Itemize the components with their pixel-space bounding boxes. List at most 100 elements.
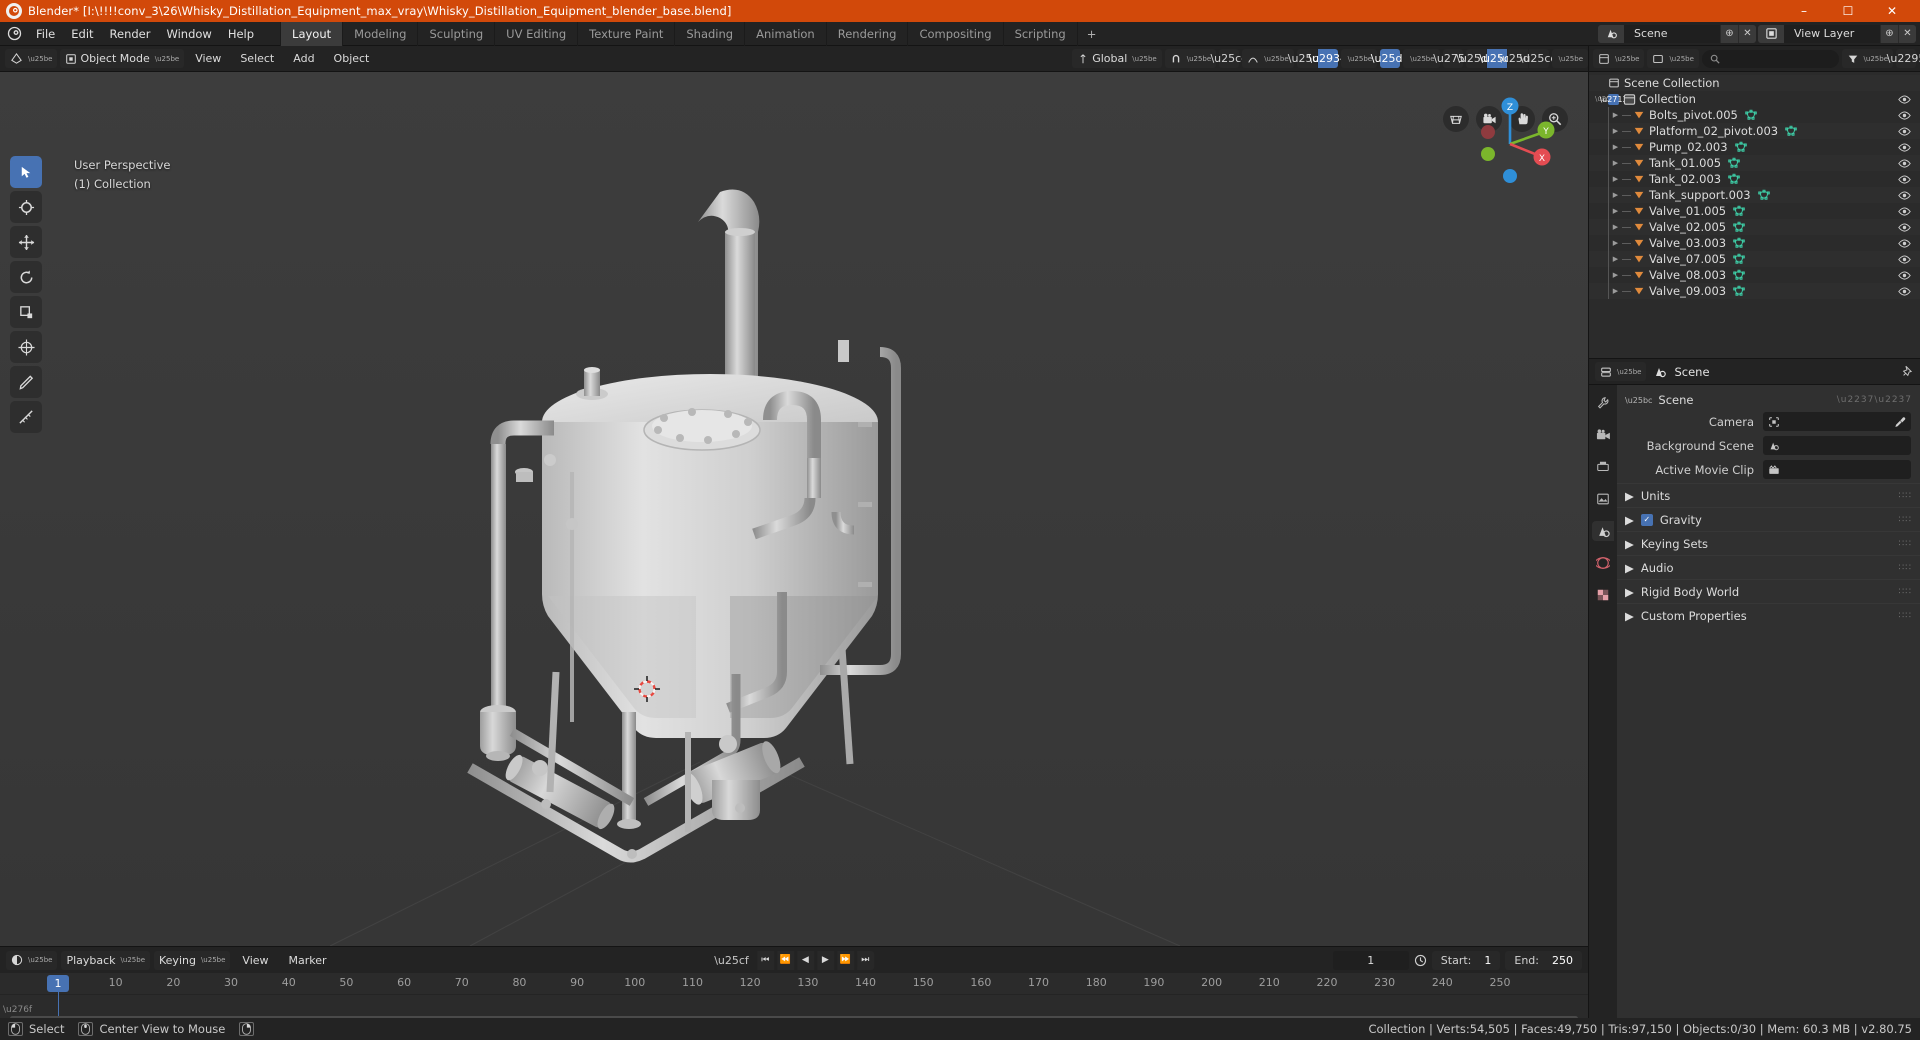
distillation-equipment-model[interactable] xyxy=(440,172,1000,912)
scene-icon[interactable] xyxy=(1598,24,1624,43)
properties-subpanel[interactable]: ▶ Rigid Body World ∷∷ xyxy=(1617,579,1920,603)
subpanel-drag-grip[interactable]: ∷∷ xyxy=(1899,587,1912,597)
object-disclosure-triangle[interactable]: ▶ xyxy=(1609,175,1622,183)
timeline-menu-playback[interactable]: Playback \u25be xyxy=(61,950,150,970)
outliner-row-object[interactable]: ▶ Bolts_pivot.005 xyxy=(1589,107,1920,123)
pin-icon[interactable] xyxy=(1901,365,1914,378)
outliner-filter-icon[interactable]: \u25be xyxy=(1841,49,1893,68)
menu-file[interactable]: File xyxy=(28,24,63,44)
play-reverse-button[interactable]: ◀ xyxy=(796,950,814,970)
eye-icon[interactable] xyxy=(1898,189,1911,202)
outliner-row-object[interactable]: ▶ Pump_02.003 xyxy=(1589,139,1920,155)
record-icon[interactable]: \u25cf xyxy=(714,954,749,967)
object-disclosure-triangle[interactable]: ▶ xyxy=(1609,271,1622,279)
mesh-data-icon[interactable] xyxy=(1745,109,1757,121)
object-disclosure-triangle[interactable]: ▶ xyxy=(1609,223,1622,231)
scene-tab[interactable] xyxy=(1592,521,1614,541)
outliner-row-scene-collection[interactable]: Scene Collection xyxy=(1589,75,1920,91)
timeline-menu-marker[interactable]: Marker xyxy=(281,951,335,970)
timeline-expand-arrow[interactable]: \u276f xyxy=(3,1005,32,1015)
3d-viewport[interactable]: User Perspective (1) Collection Z Y X xyxy=(0,72,1588,946)
outliner-row-object[interactable]: ▶ Tank_support.003 xyxy=(1589,187,1920,203)
menu-window[interactable]: Window xyxy=(158,24,219,44)
frame-range-field[interactable]: Start: 1 xyxy=(1431,950,1501,970)
end-frame-field[interactable]: End: 250 xyxy=(1505,950,1582,970)
properties-subpanel[interactable]: ▶ ✓ Gravity ∷∷ xyxy=(1617,507,1920,531)
view-layer-name-field[interactable]: View Layer xyxy=(1784,24,1880,43)
mesh-data-icon[interactable] xyxy=(1734,141,1747,153)
mesh-data-icon[interactable] xyxy=(1757,189,1770,201)
current-frame-field[interactable]: 1 xyxy=(1332,950,1409,970)
eye-icon[interactable] xyxy=(1898,205,1911,218)
viewport-axis-gizmo[interactable]: Z Y X xyxy=(1448,86,1568,196)
eye-icon-collection[interactable] xyxy=(1898,93,1911,106)
close-button[interactable]: ✕ xyxy=(1870,0,1914,22)
properties-subpanel[interactable]: ▶ Audio ∷∷ xyxy=(1617,555,1920,579)
object-disclosure-triangle[interactable]: ▶ xyxy=(1609,143,1622,151)
add-workspace-button[interactable]: + xyxy=(1076,21,1106,46)
tweak-select-tool[interactable] xyxy=(10,156,42,188)
eye-icon[interactable] xyxy=(1898,141,1911,154)
eye-icon[interactable] xyxy=(1898,173,1911,186)
tab-layout[interactable]: Layout xyxy=(280,21,343,46)
end-frame-value[interactable]: 250 xyxy=(1552,954,1573,967)
tab-scripting[interactable]: Scripting xyxy=(1002,21,1077,46)
background-scene-field[interactable] xyxy=(1763,436,1911,455)
subpanel-drag-grip[interactable]: ∷∷ xyxy=(1899,491,1912,501)
world-tab[interactable] xyxy=(1592,553,1614,573)
unlink-scene-button[interactable]: ✕ xyxy=(1738,24,1756,43)
minimize-button[interactable]: – xyxy=(1782,0,1826,22)
object-disclosure-triangle[interactable]: ▶ xyxy=(1609,111,1622,119)
shading-dropdown[interactable]: \u25be xyxy=(1551,49,1588,68)
tab-sculpting[interactable]: Sculpting xyxy=(417,21,494,46)
editor-type-selector[interactable]: \u25be xyxy=(5,49,58,68)
mesh-data-icon[interactable] xyxy=(1733,269,1745,281)
outliner-row-object[interactable]: ▶ Valve_07.005 xyxy=(1589,251,1920,267)
object-disclosure-triangle[interactable]: ▶ xyxy=(1609,191,1622,199)
transform-orientation-selector[interactable]: Global \u25be xyxy=(1072,49,1162,68)
scene-name-field[interactable]: Scene xyxy=(1624,24,1720,43)
camera-field[interactable] xyxy=(1763,412,1911,431)
active-movie-clip-field[interactable] xyxy=(1763,460,1911,479)
eye-icon[interactable] xyxy=(1898,109,1911,122)
subpanel-drag-grip[interactable]: ∷∷ xyxy=(1899,563,1912,573)
snap-toggle[interactable]: \u25be xyxy=(1164,49,1217,68)
new-view-layer-button[interactable]: ⊕ xyxy=(1880,24,1898,43)
view-layer-tab[interactable] xyxy=(1592,489,1614,509)
panel-disclosure-triangle[interactable]: \u25bc xyxy=(1625,396,1652,405)
texture-tab[interactable] xyxy=(1592,585,1614,605)
subpanel-disclosure-triangle[interactable]: ▶ xyxy=(1625,585,1634,599)
overlays-icon[interactable]: \u25d1 xyxy=(1371,49,1409,68)
tab-uv-editing[interactable]: UV Editing xyxy=(494,21,577,46)
new-scene-button[interactable]: ⊕ xyxy=(1720,24,1738,43)
viewport-menu-add[interactable]: Add xyxy=(285,49,322,68)
eye-icon[interactable] xyxy=(1898,285,1911,298)
render-tab[interactable] xyxy=(1592,425,1614,445)
maximize-button[interactable]: ☐ xyxy=(1826,0,1870,22)
tab-rendering[interactable]: Rendering xyxy=(825,21,908,46)
collection-enable-checkbox[interactable]: \u2713 xyxy=(1599,93,1628,105)
object-disclosure-triangle[interactable]: ▶ xyxy=(1609,207,1622,215)
mesh-data-icon[interactable] xyxy=(1728,157,1740,169)
annotate-tool[interactable] xyxy=(10,366,42,398)
subpanel-disclosure-triangle[interactable]: ▶ xyxy=(1625,489,1634,503)
tab-texture-paint[interactable]: Texture Paint xyxy=(577,21,674,46)
mesh-data-icon[interactable] xyxy=(1733,285,1745,297)
outliner-row-object[interactable]: ▶ Valve_08.003 xyxy=(1589,267,1920,283)
output-tab[interactable] xyxy=(1592,457,1614,477)
outliner-row-object[interactable]: ▶ Valve_02.005 xyxy=(1589,219,1920,235)
rotate-tool[interactable] xyxy=(10,261,42,293)
subpanel-drag-grip[interactable]: ∷∷ xyxy=(1899,515,1912,525)
auto-key-icon[interactable] xyxy=(1414,954,1427,967)
outliner-display-mode[interactable]: \u25be xyxy=(1647,49,1699,68)
object-disclosure-triangle[interactable]: ▶ xyxy=(1609,159,1622,167)
panel-drag-grip[interactable]: \u2237\u2237 xyxy=(1837,395,1912,405)
scale-tool[interactable] xyxy=(10,296,42,328)
subpanel-disclosure-triangle[interactable]: ▶ xyxy=(1625,561,1634,575)
eye-icon[interactable] xyxy=(1898,237,1911,250)
gizmo-icon[interactable]: \u2934 xyxy=(1308,49,1347,68)
viewport-menu-view[interactable]: View xyxy=(187,49,229,68)
transform-tool[interactable] xyxy=(10,331,42,363)
outliner-row-collection[interactable]: \u25bc \u2713 Collection xyxy=(1589,91,1920,107)
properties-editor-type[interactable]: \u25be xyxy=(1595,362,1647,381)
